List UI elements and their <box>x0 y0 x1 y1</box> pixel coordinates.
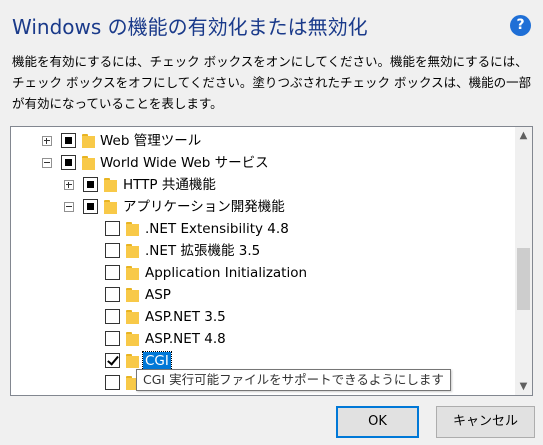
ok-button[interactable]: OK <box>336 406 419 438</box>
tree-item-label: .NET Extensibility 4.8 <box>145 221 289 237</box>
expand-icon[interactable] <box>64 180 74 190</box>
tree-item-label: Web 管理ツール <box>100 133 202 149</box>
collapse-icon[interactable] <box>64 202 74 212</box>
expand-icon[interactable] <box>42 136 52 146</box>
tree-item-application-initialization[interactable]: Application Initialization <box>11 262 516 284</box>
tree-item-checkbox[interactable] <box>105 331 120 346</box>
folder-icon <box>82 134 95 148</box>
dialog-description: 機能を有効にするには、チェック ボックスをオンにしてください。機能を無効にするに… <box>12 54 532 111</box>
tree-item-checkbox[interactable] <box>105 353 120 368</box>
tree-item-checkbox[interactable] <box>105 375 120 390</box>
tree-item-label: ASP.NET 4.8 <box>145 331 226 347</box>
folder-icon <box>126 332 139 346</box>
tree-item-aspnet-48[interactable]: ASP.NET 4.8 <box>11 328 516 350</box>
folder-icon <box>126 244 139 258</box>
tree-item-label: アプリケーション開発機能 <box>123 199 285 215</box>
folder-icon <box>126 354 139 368</box>
folder-icon <box>104 200 117 214</box>
vertical-scrollbar[interactable]: ▲ ▼ <box>515 127 532 395</box>
tree-item-checkbox[interactable] <box>83 177 98 192</box>
folder-icon <box>126 222 139 236</box>
collapse-icon[interactable] <box>42 158 52 168</box>
tree-item-label: ASP <box>145 287 171 303</box>
tree-item-net-extensibility-48[interactable]: .NET Extensibility 4.8 <box>11 218 516 240</box>
help-icon[interactable]: ? <box>510 15 531 36</box>
tree-item-http-common-features[interactable]: HTTP 共通機能 <box>11 174 516 196</box>
tree-item-checkbox[interactable] <box>105 243 120 258</box>
scroll-up-icon[interactable]: ▲ <box>515 127 532 144</box>
dialog-title: Windows の機能の有効化または無効化 <box>12 15 368 39</box>
tree-item-application-development-features[interactable]: アプリケーション開発機能 <box>11 196 516 218</box>
tree-item-checkbox[interactable] <box>105 309 120 324</box>
tree-item-label: ASP.NET 3.5 <box>145 309 226 325</box>
tree-item-label: HTTP 共通機能 <box>123 177 216 193</box>
tree-item-checkbox[interactable] <box>105 221 120 236</box>
tree-item-web-management-tools[interactable]: Web 管理ツール <box>11 130 516 152</box>
tooltip: CGI 実行可能ファイルをサポートできるようにします <box>136 369 451 391</box>
folder-icon <box>82 156 95 170</box>
tree-item-checkbox[interactable] <box>61 155 76 170</box>
tree-item-asp[interactable]: ASP <box>11 284 516 306</box>
cancel-button[interactable]: キャンセル <box>436 406 535 438</box>
tree-item-label: CGI <box>142 351 172 371</box>
folder-icon <box>126 310 139 324</box>
tree-item-world-wide-web-services[interactable]: World Wide Web サービス <box>11 152 516 174</box>
tree-item-checkbox[interactable] <box>83 199 98 214</box>
scroll-down-icon[interactable]: ▼ <box>515 378 532 395</box>
folder-icon <box>104 178 117 192</box>
tree-item-label: Application Initialization <box>145 265 308 281</box>
folder-icon <box>126 288 139 302</box>
tree-item-checkbox[interactable] <box>105 265 120 280</box>
features-tree: Web 管理ツール World Wide Web サービス HTTP 共通機能 … <box>10 126 533 396</box>
tree-item-label: World Wide Web サービス <box>100 155 269 171</box>
tree-item-aspnet-35[interactable]: ASP.NET 3.5 <box>11 306 516 328</box>
tree-item-label: .NET 拡張機能 3.5 <box>145 243 261 259</box>
tree-item-checkbox[interactable] <box>61 133 76 148</box>
tree-item-checkbox[interactable] <box>105 287 120 302</box>
tree-item[interactable] <box>11 394 516 395</box>
scroll-thumb[interactable] <box>517 248 530 310</box>
tree-item-net-extensibility-35[interactable]: .NET 拡張機能 3.5 <box>11 240 516 262</box>
folder-icon <box>126 266 139 280</box>
